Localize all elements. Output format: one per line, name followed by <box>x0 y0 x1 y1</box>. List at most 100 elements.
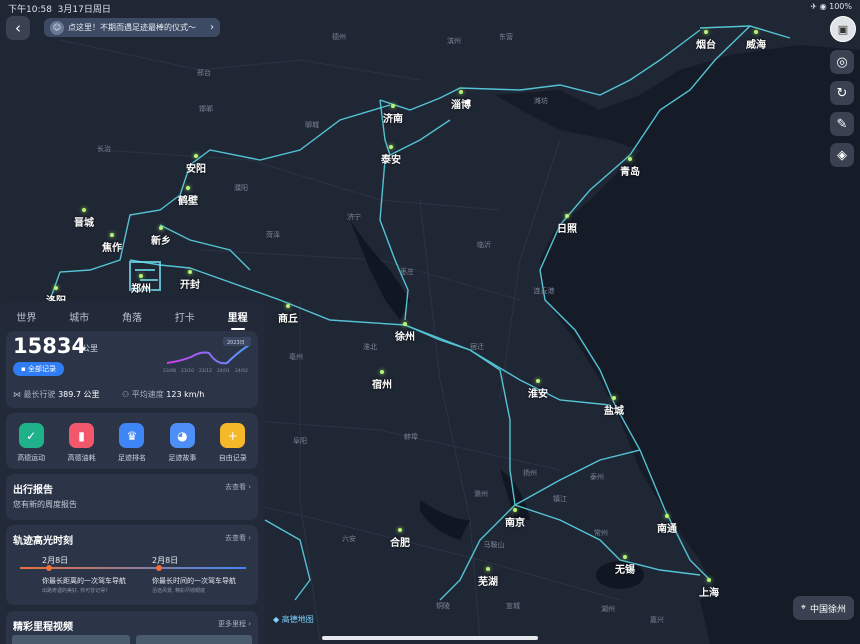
city-dot <box>623 555 627 559</box>
trend-tick: 23/08 <box>163 368 176 374</box>
feature-label: 高德运动 <box>17 454 46 462</box>
city-label[interactable]: 济南 <box>383 110 403 125</box>
city-label[interactable]: 合肥 <box>390 534 410 549</box>
tab-mileage[interactable]: 里程 <box>211 309 264 324</box>
status-time: 下午10:58 3月17日周日 <box>8 5 111 15</box>
city-label[interactable]: 郑州 <box>131 280 151 295</box>
city-label[interactable]: 烟台 <box>696 36 716 51</box>
record-icon: ▪ <box>21 365 28 373</box>
town-label: 亳州 <box>289 353 303 361</box>
tab-city[interactable]: 城市 <box>53 309 106 324</box>
highlight-link[interactable]: 去查看 › <box>225 533 251 543</box>
city-dot <box>536 379 540 383</box>
feature-icon: ◕ <box>169 423 195 448</box>
location-button[interactable]: ⌖ 中国徐州 <box>792 596 854 620</box>
town-label: 镇江 <box>553 495 567 503</box>
highlight-date: 2月8日 <box>42 556 69 565</box>
highlight-text[interactable]: 你最长距离的一次驾车导航 <box>42 576 126 586</box>
trend-line <box>166 344 250 365</box>
feature-item[interactable]: ✓ 高德运动 <box>10 423 52 463</box>
town-label: 长治 <box>97 145 111 153</box>
average-speed: ⚇ 平均速度 123 km/h <box>122 390 205 399</box>
city-label[interactable]: 焦作 <box>102 239 122 254</box>
city-label[interactable]: 商丘 <box>278 310 298 325</box>
city-label[interactable]: 青岛 <box>620 163 640 178</box>
back-button[interactable]: ‹ <box>6 16 30 40</box>
city-dot <box>188 270 192 274</box>
trend-badge: 2023日 <box>227 340 245 346</box>
city-label[interactable]: 开封 <box>180 276 200 291</box>
layers-button[interactable]: ◈ <box>830 143 854 167</box>
video-thumbnail[interactable] <box>136 635 252 644</box>
city-label[interactable]: 盐城 <box>604 402 624 417</box>
city-label[interactable]: 新乡 <box>151 232 171 247</box>
town-label: 枣庄 <box>400 268 414 276</box>
route-icon: ⋈ <box>13 390 24 399</box>
city-dot <box>704 30 708 34</box>
city-dot <box>513 508 517 512</box>
tab-checkin[interactable]: 打卡 <box>158 309 211 324</box>
town-label: 聊城 <box>305 121 319 129</box>
feature-item[interactable]: + 自由记录 <box>212 423 254 463</box>
city-label[interactable]: 鹤壁 <box>178 192 198 207</box>
tab-world[interactable]: 世界 <box>0 309 53 324</box>
chevron-left-icon: ‹ <box>15 19 21 37</box>
town-label: 六安 <box>342 535 356 543</box>
city-dot <box>286 304 290 308</box>
town-label: 潍坊 <box>534 97 548 105</box>
mileage-value: 15834 <box>13 334 87 358</box>
target-button[interactable]: ◎ <box>830 50 854 74</box>
mascot-icon: ☺ <box>50 20 64 35</box>
town-label: 宣城 <box>506 602 520 610</box>
city-label[interactable]: 日照 <box>557 220 577 235</box>
town-label: 邢台 <box>197 69 211 77</box>
town-label: 德州 <box>332 33 346 41</box>
highlight-title: 轨迹高光时刻 <box>13 536 73 547</box>
share-button[interactable]: ↻ <box>830 81 854 105</box>
feature-icon: ♛ <box>119 423 145 448</box>
city-label[interactable]: 宿州 <box>372 376 392 391</box>
pencil-icon: ✎ <box>836 116 848 132</box>
location-label: 中国徐州 <box>809 604 846 615</box>
city-label[interactable]: 芜湖 <box>478 573 498 588</box>
video-link[interactable]: 更多里程 › <box>218 619 251 629</box>
feature-item[interactable]: ♛ 足迹排名 <box>111 423 153 463</box>
city-label[interactable]: 威海 <box>746 36 766 51</box>
feature-item[interactable]: ◕ 足迹故事 <box>161 423 203 463</box>
report-link[interactable]: 去查看 › <box>225 482 251 492</box>
highlight-text[interactable]: 你最长时间的一次驾车导航 <box>152 576 236 586</box>
city-label[interactable]: 徐州 <box>395 328 415 343</box>
map-logo: ◆ 高德地图 <box>273 615 314 624</box>
city-label[interactable]: 淮安 <box>528 385 548 400</box>
edit-button[interactable]: ✎ <box>830 112 854 136</box>
city-label[interactable]: 泰安 <box>381 151 401 166</box>
town-label: 东营 <box>499 33 513 41</box>
city-label[interactable]: 上海 <box>699 584 719 599</box>
report-card[interactable]: 出行报告 去查看 › 您有新的周度报告 <box>6 474 258 520</box>
city-label[interactable]: 安阳 <box>186 160 206 175</box>
mileage-unit: 公里 <box>82 344 98 353</box>
panel-tabs: 世界 城市 角落 打卡 里程 <box>0 301 264 331</box>
video-thumbnail[interactable] <box>12 635 130 644</box>
report-title: 出行报告 <box>13 485 53 496</box>
city-dot <box>707 578 711 582</box>
city-dot <box>380 370 384 374</box>
tab-corner[interactable]: 角落 <box>106 309 159 324</box>
city-label[interactable]: 无锡 <box>615 561 635 576</box>
status-bar: 下午10:58 3月17日周日 ✈ ◉ 100% <box>0 0 860 16</box>
town-label: 连云港 <box>533 287 555 295</box>
city-dot <box>391 104 395 108</box>
city-label[interactable]: 淄博 <box>451 96 471 111</box>
trend-tick: 23/12 <box>199 368 212 374</box>
longest-drive: ⋈ 最长行驶 389.7 公里 <box>13 390 100 399</box>
car-icon: ⚇ <box>122 390 132 399</box>
promo-banner[interactable]: ☺ 点这里！不期而遇足迹最棒的仪式～ › <box>44 18 220 37</box>
all-records-button[interactable]: ▪ 全部记录 <box>13 362 64 376</box>
avatar[interactable]: ▣ <box>830 16 856 42</box>
feature-item[interactable]: ▮ 高德油耗 <box>61 423 103 463</box>
city-label[interactable]: 南通 <box>657 520 677 535</box>
feature-label: 足迹故事 <box>168 454 197 462</box>
city-label[interactable]: 晋城 <box>74 214 94 229</box>
feature-icon: ▮ <box>69 423 95 448</box>
city-label[interactable]: 南京 <box>505 514 525 529</box>
